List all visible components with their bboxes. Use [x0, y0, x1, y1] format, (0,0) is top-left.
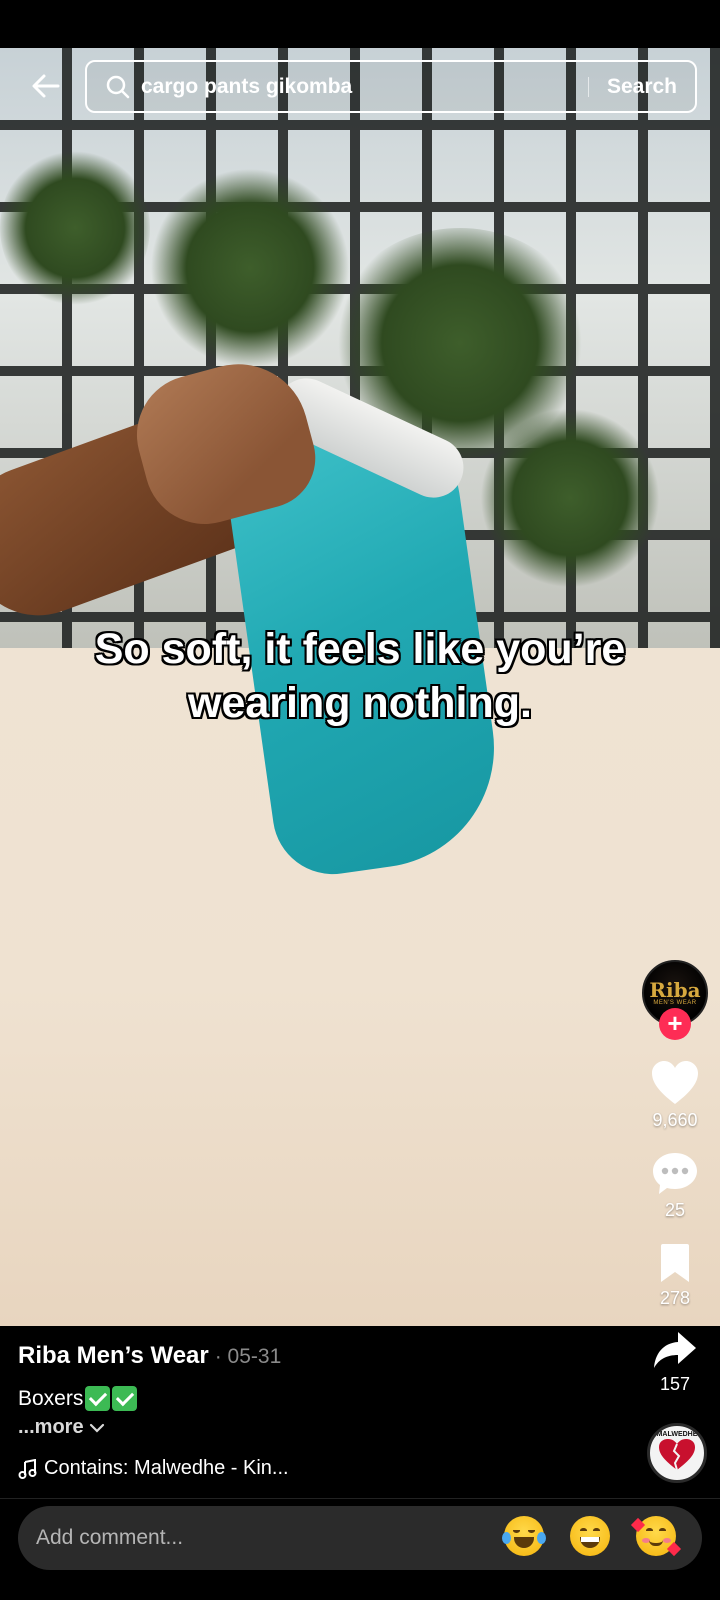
share-count: 157: [659, 1374, 691, 1394]
music-disc-label: MALWEDHE: [656, 1430, 698, 1438]
comment-icon: [653, 1153, 697, 1194]
author-name[interactable]: Riba Men’s Wear: [18, 1342, 209, 1370]
comment-input[interactable]: Add comment...: [36, 1526, 504, 1550]
heart-icon: [652, 1061, 698, 1104]
save-button[interactable]: 278: [632, 1242, 718, 1309]
more-link[interactable]: ...more: [18, 1416, 106, 1439]
search-icon: [106, 75, 130, 98]
broken-heart-icon: [659, 1438, 695, 1470]
check-emoji: [112, 1386, 138, 1411]
search-button[interactable]: Search: [607, 75, 677, 99]
comment-bar[interactable]: Add comment...: [18, 1506, 702, 1570]
back-arrow-icon: [32, 74, 60, 98]
chevron-down-icon: [89, 1423, 104, 1433]
laughing-emoji-icon: [502, 1516, 546, 1556]
music-note-icon: [18, 1458, 37, 1479]
avatar-logo-subtext: MEN'S WEAR: [653, 1000, 697, 1006]
back-button[interactable]: [24, 64, 68, 108]
laughing-emoji-button[interactable]: [502, 1516, 548, 1560]
comment-divider: [0, 1498, 720, 1499]
avatar-logo-text: Riba: [649, 978, 701, 1002]
share-icon: [654, 1332, 696, 1368]
music-title: Contains: Malwedhe - Kin...: [44, 1457, 289, 1479]
check-emoji: [85, 1386, 111, 1411]
music-row[interactable]: Contains: Malwedhe - Kin...: [18, 1457, 289, 1480]
grinning-emoji-icon: [570, 1516, 610, 1556]
author-row[interactable]: Riba Men’s Wear · 05-31: [18, 1342, 281, 1370]
more-label: ...more: [18, 1416, 84, 1438]
video-plant: [150, 168, 350, 368]
follow-button[interactable]: +: [659, 1008, 691, 1040]
plus-icon: +: [667, 1008, 683, 1038]
video-plant: [0, 148, 150, 308]
smiling-hearts-emoji-icon: [630, 1516, 682, 1557]
like-count: 9,660: [652, 1110, 698, 1130]
post-description: Boxers: [18, 1386, 138, 1411]
music-disc[interactable]: MALWEDHE: [647, 1423, 707, 1483]
grinning-emoji-button[interactable]: [570, 1516, 614, 1560]
like-button[interactable]: 9,660: [632, 1060, 718, 1131]
search-input[interactable]: cargo pants gikomba: [141, 75, 588, 99]
description-text: Boxers: [18, 1386, 84, 1410]
search-divider: [587, 76, 589, 97]
search-bar[interactable]: cargo pants gikomba Search: [85, 60, 697, 113]
hearts-emoji-button[interactable]: [630, 1516, 682, 1560]
comment-button[interactable]: 25: [632, 1150, 718, 1221]
bookmark-icon: [661, 1244, 689, 1282]
post-date: · 05-31: [214, 1345, 282, 1368]
save-count: 278: [659, 1288, 691, 1308]
share-button[interactable]: 157: [632, 1330, 718, 1395]
video-caption: So soft, it feels like you’re wearing no…: [94, 625, 626, 727]
video-plant: [480, 408, 660, 588]
comment-count: 25: [664, 1200, 686, 1220]
status-bar: [0, 0, 720, 48]
